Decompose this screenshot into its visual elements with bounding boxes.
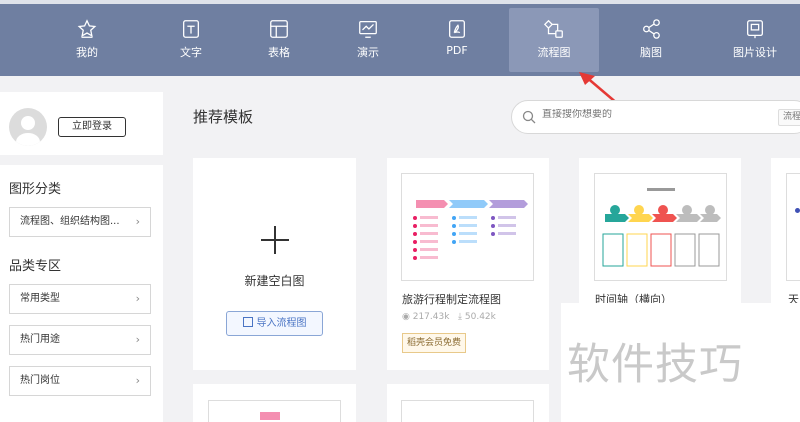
page-title: 推荐模板 xyxy=(193,108,254,126)
template-thumbnail[interactable] xyxy=(594,173,727,281)
presentation-icon xyxy=(359,21,377,38)
category-item-label: 热门用途 xyxy=(20,334,60,345)
nav-item-label: 演示 xyxy=(357,46,379,59)
plus-icon xyxy=(261,226,289,254)
nav-item-label: 我的 xyxy=(76,46,98,59)
chevron-right-icon: › xyxy=(135,215,140,228)
nav-item-label: PDF xyxy=(446,44,468,57)
nav-item-label: 文字 xyxy=(180,46,202,59)
nav-item-table[interactable]: 表格 xyxy=(234,8,324,72)
template-thumbnail[interactable] xyxy=(208,400,341,422)
image-design-icon xyxy=(747,20,763,39)
member-free-badge: 稻壳会员免费 xyxy=(402,333,467,353)
template-name[interactable]: 旅游行程制定流程图 xyxy=(402,291,501,307)
login-button[interactable]: 立即登录 xyxy=(58,117,126,137)
eye-icon: ◉ xyxy=(402,312,410,322)
category-item-label: 常用类型 xyxy=(20,293,60,304)
new-blank-label: 新建空白图 xyxy=(244,274,305,288)
flowchart-thumbnail-icon xyxy=(413,200,528,260)
category-item-hot-job[interactable]: 热门岗位 › xyxy=(9,366,151,396)
nav-item-flowchart[interactable]: 流程图 xyxy=(509,8,599,72)
category-item-common[interactable]: 常用类型 › xyxy=(9,284,151,314)
avatar[interactable] xyxy=(9,108,47,146)
chevron-right-icon: › xyxy=(135,292,140,305)
search-box[interactable]: 流程 xyxy=(511,100,800,134)
download-count: 50.42k xyxy=(464,312,496,322)
category-item-hot-use[interactable]: 热门用途 › xyxy=(9,325,151,355)
search-icon xyxy=(522,110,536,124)
import-flowchart-button[interactable]: 导入流程图 xyxy=(226,311,323,336)
import-icon xyxy=(242,317,253,327)
chevron-right-icon: › xyxy=(135,374,140,387)
user-avatar-icon xyxy=(16,116,40,146)
nav-item-text[interactable]: 文字 xyxy=(146,8,236,72)
shape-category-title: 图形分类 xyxy=(9,182,62,197)
template-thumbnail[interactable] xyxy=(401,173,534,281)
view-count: 217.43k xyxy=(412,312,450,322)
template-thumbnail[interactable] xyxy=(786,173,800,281)
thumbnail-tag-icon xyxy=(260,412,280,420)
nav-item-label: 流程图 xyxy=(537,46,571,59)
category-item-label: 流程图、组织结构图... xyxy=(20,216,120,227)
nav-item-label: 图片设计 xyxy=(733,46,777,59)
table-icon xyxy=(270,20,288,38)
nav-item-label: 表格 xyxy=(268,46,290,59)
new-blank-card[interactable] xyxy=(193,158,356,370)
document-icon xyxy=(183,20,199,38)
nav-item-pdf[interactable]: PDF xyxy=(412,8,502,72)
nav-item-mindmap[interactable]: 脑图 xyxy=(606,8,696,72)
top-edge xyxy=(0,0,800,4)
pdf-icon xyxy=(449,20,465,38)
flowchart-icon xyxy=(543,19,563,38)
nav-item-mine[interactable]: 我的 xyxy=(42,8,132,72)
nav-item-image-design[interactable]: 图片设计 xyxy=(710,8,800,72)
category-item-flowchart-org[interactable]: 流程图、组织结构图... › xyxy=(9,207,151,237)
watermark-text: 软件技巧 xyxy=(567,340,743,390)
template-thumbnail[interactable] xyxy=(401,400,534,422)
nav-item-presentation[interactable]: 演示 xyxy=(323,8,413,72)
import-label: 导入流程图 xyxy=(256,318,307,329)
chevron-right-icon: › xyxy=(135,333,140,346)
top-nav-bar: 我的 文字 表格 演示 PDF 流程图 脑图 图片设计 xyxy=(0,0,800,76)
star-icon xyxy=(77,19,97,38)
bullet-dot-icon xyxy=(795,208,800,213)
category-item-label: 热门岗位 xyxy=(20,375,60,386)
timeline-thumbnail-icon xyxy=(602,188,721,267)
zone-category-title: 品类专区 xyxy=(9,259,62,274)
mindmap-icon xyxy=(643,19,660,39)
download-icon: ⤓ xyxy=(458,312,463,322)
search-scope-tag[interactable]: 流程 xyxy=(778,109,800,126)
template-stats: ◉ 217.43k ⤓ 50.42k xyxy=(402,312,496,322)
nav-item-label: 脑图 xyxy=(640,46,662,59)
search-input[interactable] xyxy=(542,109,762,120)
